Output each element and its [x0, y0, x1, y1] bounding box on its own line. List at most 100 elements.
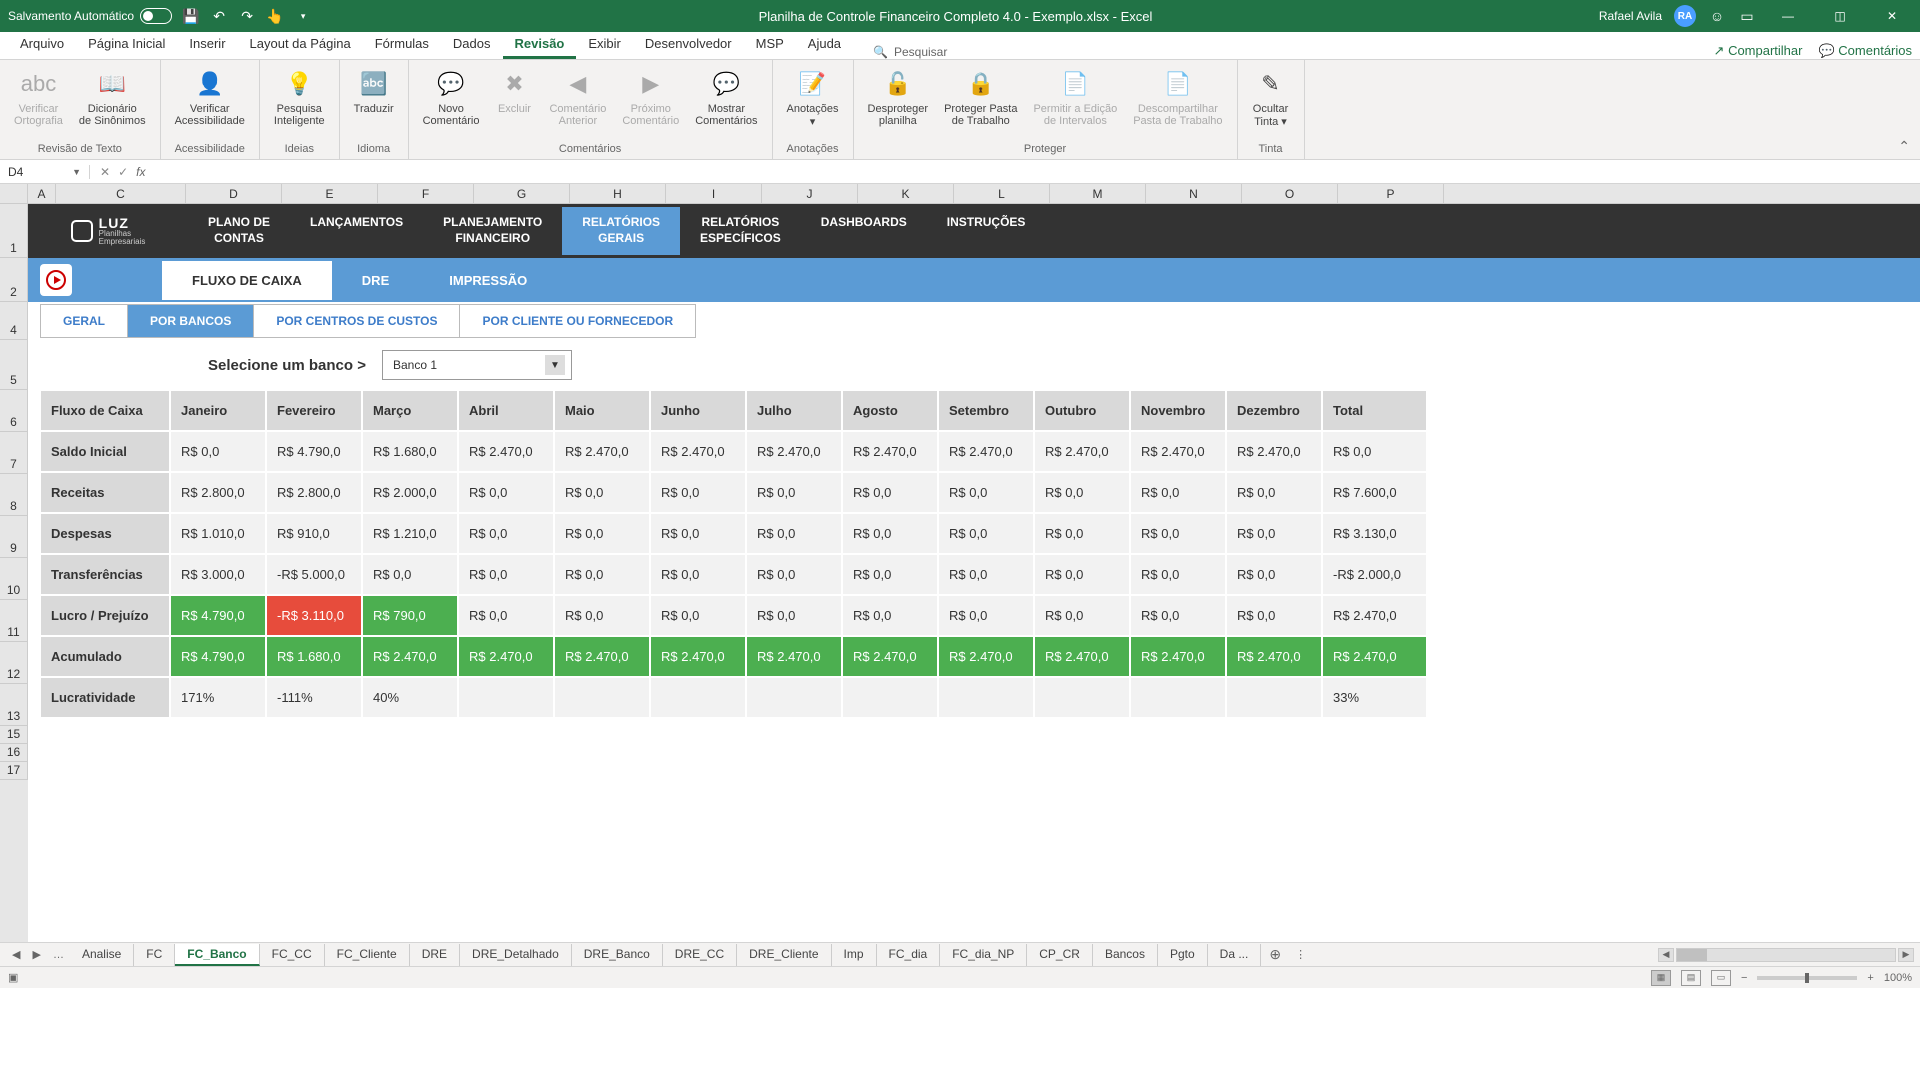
enter-formula-icon[interactable]: ✓ — [118, 165, 128, 179]
column-header[interactable]: H — [570, 184, 666, 203]
table-cell[interactable]: R$ 910,0 — [266, 513, 362, 554]
ribbon-button[interactable]: 🔒Proteger Pastade Trabalho — [938, 64, 1023, 131]
table-cell[interactable]: 33% — [1322, 677, 1427, 718]
table-cell[interactable]: R$ 0,0 — [1130, 472, 1226, 513]
table-cell[interactable] — [554, 677, 650, 718]
sheet-tab[interactable]: FC_dia_NP — [940, 944, 1027, 966]
row-header[interactable]: 8 — [0, 474, 28, 516]
row-header[interactable]: 7 — [0, 432, 28, 474]
share-button[interactable]: ↗ Compartilhar — [1714, 43, 1803, 59]
sheet-tab[interactable]: DRE_Banco — [572, 944, 663, 966]
row-header[interactable]: 12 — [0, 642, 28, 684]
table-cell[interactable]: R$ 2.470,0 — [650, 636, 746, 677]
ribbon-tab-inserir[interactable]: Inserir — [177, 31, 237, 59]
nav-item[interactable]: INSTRUÇÕES — [927, 207, 1046, 254]
row-header[interactable]: 4 — [0, 302, 28, 340]
touch-icon[interactable]: 👆 — [266, 7, 284, 25]
sheet-tab[interactable]: Imp — [832, 944, 877, 966]
table-cell[interactable]: R$ 1.680,0 — [362, 431, 458, 472]
table-cell[interactable]: R$ 0,0 — [170, 431, 266, 472]
sheet-tab[interactable]: DRE_CC — [663, 944, 737, 966]
table-cell[interactable]: R$ 0,0 — [1226, 472, 1322, 513]
nav-item[interactable]: RELATÓRIOSESPECÍFICOS — [680, 207, 801, 254]
table-cell[interactable]: R$ 7.600,0 — [1322, 472, 1427, 513]
nav-item[interactable]: DASHBOARDS — [801, 207, 927, 254]
ribbon-tab-fórmulas[interactable]: Fórmulas — [363, 31, 441, 59]
table-cell[interactable]: R$ 0,0 — [458, 472, 554, 513]
sheet-tab[interactable]: DRE_Cliente — [737, 944, 831, 966]
table-cell[interactable]: R$ 3.000,0 — [170, 554, 266, 595]
table-cell[interactable]: R$ 0,0 — [842, 513, 938, 554]
nav-item[interactable]: PLANEJAMENTOFINANCEIRO — [423, 207, 562, 254]
table-cell[interactable] — [650, 677, 746, 718]
table-cell[interactable]: R$ 2.470,0 — [842, 636, 938, 677]
select-all-corner[interactable] — [0, 184, 28, 203]
table-cell[interactable]: R$ 2.000,0 — [362, 472, 458, 513]
table-cell[interactable]: R$ 0,0 — [1034, 472, 1130, 513]
ribbon-button[interactable]: 💬NovoComentário — [417, 64, 486, 131]
table-cell[interactable] — [1226, 677, 1322, 718]
table-cell[interactable]: R$ 0,0 — [938, 554, 1034, 595]
column-header[interactable]: P — [1338, 184, 1444, 203]
zoom-slider[interactable] — [1757, 976, 1857, 980]
ribbon-tab-layout-da-página[interactable]: Layout da Página — [238, 31, 363, 59]
name-box[interactable]: D4▼ — [0, 165, 90, 179]
table-cell[interactable]: R$ 0,0 — [362, 554, 458, 595]
table-cell[interactable]: R$ 0,0 — [554, 554, 650, 595]
ribbon-button[interactable]: 🔤Traduzir — [348, 64, 400, 119]
hscroll-left[interactable]: ◀ — [1658, 948, 1674, 962]
filter-tab[interactable]: GERAL — [40, 304, 128, 338]
sheet-tab[interactable]: DRE_Detalhado — [460, 944, 572, 966]
ribbon-tab-ajuda[interactable]: Ajuda — [796, 31, 853, 59]
row-header[interactable]: 6 — [0, 390, 28, 432]
ribbon-button[interactable]: 💬MostrarComentários — [689, 64, 763, 131]
qat-dropdown-icon[interactable]: ▾ — [294, 7, 312, 25]
save-icon[interactable]: 💾 — [182, 7, 200, 25]
table-cell[interactable]: -R$ 3.110,0 — [266, 595, 362, 636]
table-cell[interactable]: R$ 0,0 — [1322, 431, 1427, 472]
column-header[interactable]: J — [762, 184, 858, 203]
row-header[interactable]: 2 — [0, 258, 28, 302]
nav-item[interactable]: LANÇAMENTOS — [290, 207, 423, 254]
ribbon-button[interactable]: ✎OcultarTinta ▾ — [1246, 64, 1296, 132]
cancel-formula-icon[interactable]: ✕ — [100, 165, 110, 179]
table-cell[interactable]: R$ 0,0 — [1034, 513, 1130, 554]
nav-item[interactable]: RELATÓRIOSGERAIS — [562, 207, 680, 254]
sheet-tab[interactable]: FC_dia — [877, 944, 941, 966]
column-header[interactable]: M — [1050, 184, 1146, 203]
table-cell[interactable] — [938, 677, 1034, 718]
table-cell[interactable]: R$ 2.470,0 — [458, 636, 554, 677]
column-header[interactable]: G — [474, 184, 570, 203]
table-cell[interactable]: R$ 0,0 — [554, 513, 650, 554]
fx-icon[interactable]: fx — [136, 165, 145, 179]
ribbon-button[interactable]: 🔓Desprotegerplanilha — [862, 64, 935, 131]
row-header[interactable]: 15 — [0, 726, 28, 744]
ribbon-tab-dados[interactable]: Dados — [441, 31, 503, 59]
table-cell[interactable]: R$ 2.470,0 — [458, 431, 554, 472]
filter-tab[interactable]: POR CENTROS DE CUSTOS — [253, 304, 460, 338]
table-cell[interactable]: R$ 2.470,0 — [1322, 595, 1427, 636]
sheet-tab[interactable]: Analise — [70, 944, 134, 966]
sheet-nav-next[interactable]: ▶ — [26, 948, 46, 961]
table-cell[interactable]: R$ 2.470,0 — [650, 431, 746, 472]
table-cell[interactable]: R$ 0,0 — [1130, 513, 1226, 554]
row-header[interactable]: 5 — [0, 340, 28, 390]
table-cell[interactable]: R$ 0,0 — [1034, 595, 1130, 636]
table-cell[interactable]: R$ 0,0 — [1130, 595, 1226, 636]
column-header[interactable]: D — [186, 184, 282, 203]
table-cell[interactable]: R$ 0,0 — [938, 595, 1034, 636]
sheet-tab[interactable]: Pgto — [1158, 944, 1208, 966]
table-cell[interactable]: R$ 0,0 — [1226, 554, 1322, 595]
table-cell[interactable]: R$ 2.470,0 — [1034, 431, 1130, 472]
table-cell[interactable]: R$ 2.470,0 — [842, 431, 938, 472]
close-button[interactable]: ✕ — [1872, 0, 1912, 32]
table-cell[interactable]: 171% — [170, 677, 266, 718]
ribbon-mode-icon[interactable]: ▭ — [1738, 7, 1756, 25]
sheet-tab[interactable]: Bancos — [1093, 944, 1158, 966]
column-header[interactable]: I — [666, 184, 762, 203]
table-cell[interactable]: R$ 0,0 — [746, 472, 842, 513]
table-cell[interactable]: R$ 2.470,0 — [1130, 636, 1226, 677]
table-cell[interactable]: R$ 0,0 — [554, 472, 650, 513]
table-cell[interactable]: R$ 2.470,0 — [1322, 636, 1427, 677]
zoom-level[interactable]: 100% — [1884, 972, 1912, 984]
